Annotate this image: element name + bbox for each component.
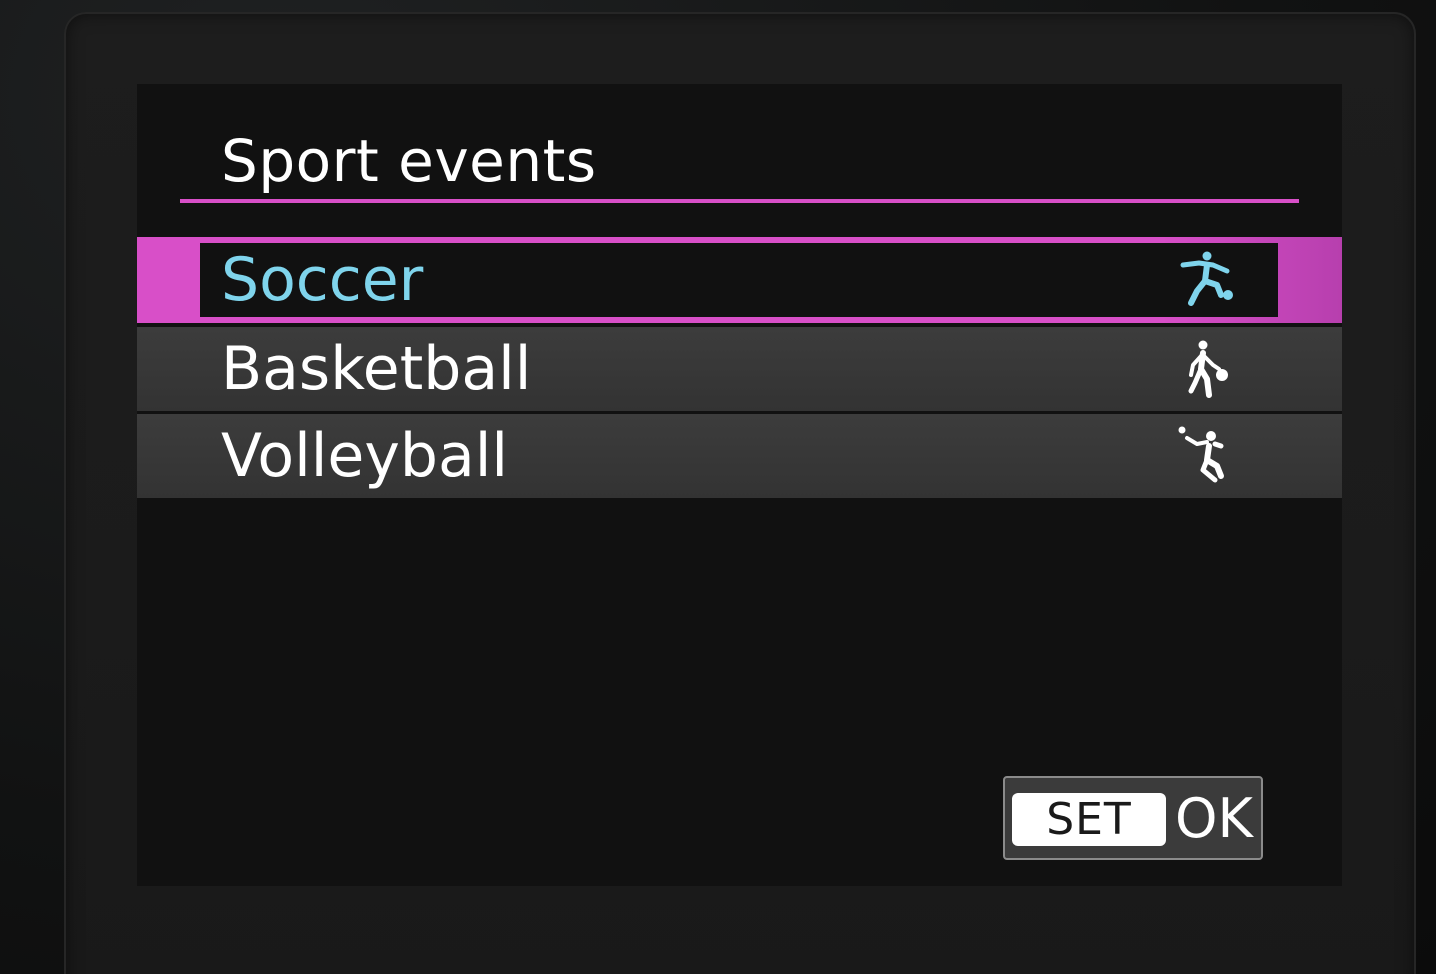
title-underline bbox=[180, 199, 1299, 203]
camera-body: Sport events Soccer Basketball Volleybal… bbox=[0, 0, 1436, 974]
volleyball-player-icon bbox=[1178, 426, 1224, 483]
set-key-label: SET bbox=[1012, 793, 1166, 846]
ok-label: OK bbox=[1175, 787, 1253, 850]
menu-item-volleyball[interactable]: Volleyball bbox=[137, 414, 1342, 498]
menu-item-label: Basketball bbox=[221, 334, 532, 404]
selected-item-frame: Soccer bbox=[200, 243, 1278, 317]
soccer-player-icon bbox=[1180, 251, 1233, 306]
menu-title: Sport events bbox=[221, 127, 597, 195]
set-ok-button[interactable]: SET OK bbox=[1003, 776, 1263, 860]
basketball-player-icon bbox=[1188, 340, 1228, 398]
menu-item-basketball[interactable]: Basketball bbox=[137, 327, 1342, 411]
menu-item-label: Volleyball bbox=[221, 421, 509, 491]
menu-item-label: Soccer bbox=[221, 245, 424, 315]
menu-screen: Sport events Soccer Basketball Volleybal… bbox=[137, 84, 1342, 886]
menu-item-soccer[interactable]: Soccer bbox=[137, 237, 1342, 323]
